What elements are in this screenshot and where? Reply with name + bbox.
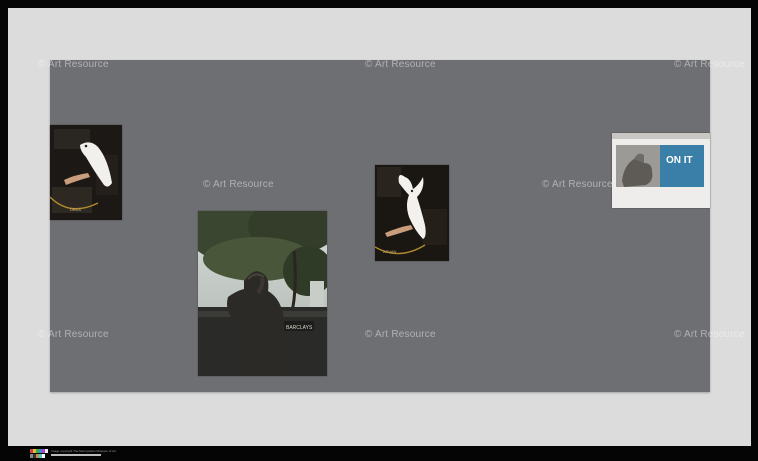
watermark: © Art Resource — [674, 329, 745, 340]
watermark: © Art Resource — [365, 59, 436, 70]
gray-display-board: DEKA BARCLAYS ARVAN ON IT — [50, 60, 710, 392]
bronze-statue-photo: BARCLAYS — [198, 211, 327, 376]
watermark: © Art Resource — [674, 59, 745, 70]
color-checker-strip: Image copyright The Metropolitan Museum … — [30, 449, 116, 458]
cockatoo-on-hand-photo-icon: DEKA — [50, 125, 122, 220]
image-credit: Image copyright The Metropolitan Museum … — [51, 449, 116, 453]
hand-sign-photo-icon — [612, 133, 710, 208]
cockatoo-photo-left: DEKA — [50, 125, 122, 220]
statue-under-trees-photo-icon: BARCLAYS — [198, 211, 327, 376]
color-swatches — [30, 449, 48, 458]
watermark: © Art Resource — [365, 329, 436, 340]
cockatoo-photo-center: ARVAN — [375, 165, 449, 261]
watermark: © Art Resource — [38, 59, 109, 70]
on-it-sign-photo: ON IT — [612, 133, 710, 208]
watermark: © Art Resource — [38, 329, 109, 340]
watermark: © Art Resource — [203, 179, 274, 190]
svg-text:DEKA: DEKA — [70, 207, 81, 212]
svg-text:BARCLAYS: BARCLAYS — [286, 325, 313, 331]
watermark: © Art Resource — [542, 179, 613, 190]
on-it-sign-text: ON IT — [666, 155, 693, 166]
cockatoo-wings-up-photo-icon: ARVAN — [375, 165, 449, 261]
scale-bar — [51, 454, 101, 456]
svg-text:ARVAN: ARVAN — [383, 249, 397, 254]
